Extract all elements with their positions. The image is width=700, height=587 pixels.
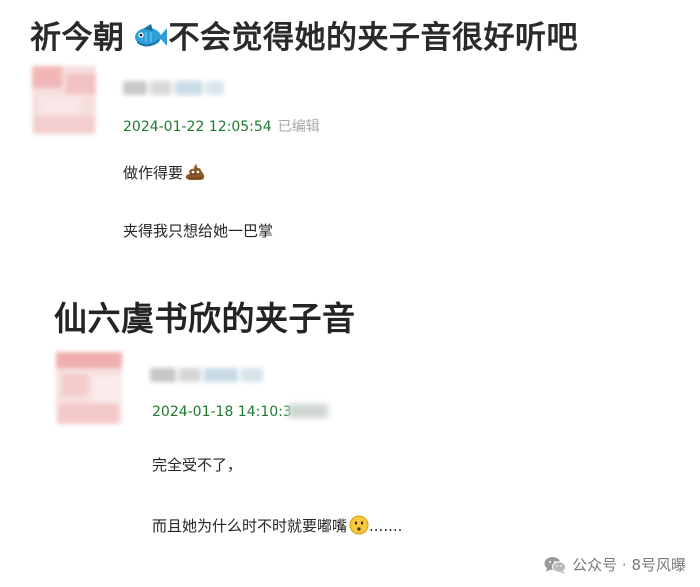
- wechat-icon: [544, 556, 567, 574]
- post2-comment-2: 而且她为什么时不时就要嘟嘴 .......: [152, 515, 402, 536]
- avatar[interactable]: [56, 352, 122, 424]
- post2-comment-1: 完全受不了，: [152, 454, 242, 475]
- poop-emoji-icon: [185, 162, 205, 181]
- fish-emoji-icon: [131, 23, 167, 51]
- username-redacted: [150, 367, 266, 383]
- username-redacted: [123, 80, 227, 96]
- comment-text: 做作得要: [123, 164, 184, 182]
- comment-text: 而且她为什么时不时就要嘟嘴: [152, 517, 348, 535]
- watermark: 公众号 · 8号风曝: [544, 554, 686, 575]
- hushed-face-emoji-icon: [349, 515, 369, 535]
- timestamp-text: 2024-01-22 12:05:54: [123, 119, 272, 135]
- post1-title-prefix: 祈今朝: [30, 20, 125, 56]
- comment-text: 完全受不了，: [152, 456, 243, 474]
- edited-label: 已编辑: [277, 119, 320, 135]
- post2-title: 仙六虞书欣的夹子音: [54, 299, 356, 338]
- post1-timestamp: 2024-01-22 12:05:54 已编辑: [123, 116, 320, 136]
- timestamp-redacted: [287, 404, 328, 418]
- post1-title: 祈今朝 不会觉得她的夹子音很好听吧: [30, 12, 578, 57]
- comment-ellipsis: .......: [369, 517, 403, 535]
- post1-title-suffix: 不会觉得她的夹子音很好听吧: [168, 20, 578, 56]
- timestamp-text: 2024-01-18 14:10:3: [152, 404, 292, 420]
- watermark-text: 公众号 · 8号风曝: [572, 556, 686, 574]
- post1-comment-1: 做作得要: [123, 162, 205, 183]
- post2-timestamp: 2024-01-18 14:10:3: [152, 404, 328, 420]
- post1-comment-2: 夹得我只想给她一巴掌: [123, 220, 273, 241]
- comment-text: 夹得我只想给她一巴掌: [123, 222, 274, 240]
- avatar[interactable]: [32, 66, 96, 134]
